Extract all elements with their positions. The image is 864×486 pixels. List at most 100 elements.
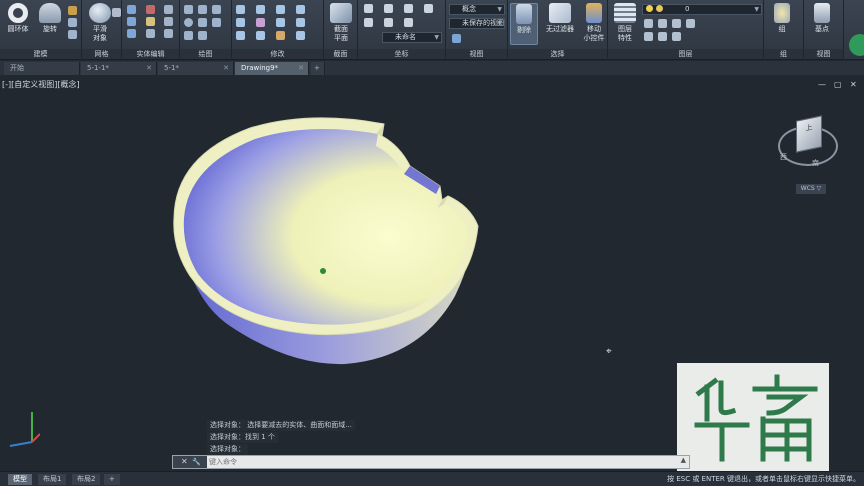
polygon-icon[interactable] xyxy=(184,31,193,40)
smooth-object-button[interactable]: 平滑 对象 xyxy=(86,3,114,45)
layer-tool-icon-1[interactable] xyxy=(644,19,653,28)
no-filter-button[interactable]: 无过滤器 xyxy=(542,3,578,45)
viewcube-box[interactable]: 上 xyxy=(796,115,822,153)
command-history-line: 选择对象：找到 1 个 xyxy=(207,432,278,443)
ucs-axis-icon[interactable] xyxy=(4,408,40,448)
array-icon[interactable] xyxy=(256,31,265,40)
modeling-tool-icon-3[interactable] xyxy=(68,30,77,39)
spline-icon[interactable] xyxy=(198,31,207,40)
drawing-viewport[interactable]: [-][自定义视图][概念] — ▢ ✕ 上 西 南 WCS ▽ ⌖ xyxy=(0,76,864,471)
viewcube[interactable]: 上 西 南 xyxy=(778,112,840,174)
panel-label-modify[interactable]: 修改 xyxy=(232,49,323,59)
new-tab-button[interactable]: + xyxy=(311,62,325,75)
ucs-icon[interactable] xyxy=(364,4,373,13)
stretch-icon[interactable] xyxy=(276,5,285,14)
separate-icon[interactable] xyxy=(146,29,155,38)
tab-start[interactable]: 开始 xyxy=(4,62,80,75)
ucs-3point-icon[interactable] xyxy=(404,18,413,27)
polyline-icon[interactable] xyxy=(184,5,193,14)
layout-tab-layout1[interactable]: 布局1 xyxy=(38,474,67,485)
union-icon[interactable] xyxy=(127,5,136,14)
layer-tool-icon-4[interactable] xyxy=(686,19,695,28)
subtract-icon[interactable] xyxy=(127,17,136,26)
close-icon[interactable]: ✕ xyxy=(298,62,304,75)
fillet-icon[interactable] xyxy=(296,5,305,14)
move-icon[interactable] xyxy=(236,5,245,14)
torus-button[interactable]: 圆环体 xyxy=(4,3,32,45)
ucs-x-icon[interactable] xyxy=(424,4,433,13)
add-layout-button[interactable]: + xyxy=(104,474,120,485)
arc-icon[interactable] xyxy=(212,5,221,14)
panel-label-view[interactable]: 视图 xyxy=(446,49,507,59)
panel-coordinates: 未命名 ▼ 坐标 xyxy=(358,0,446,60)
rotate-icon[interactable] xyxy=(236,18,245,27)
online-circle-icon[interactable] xyxy=(849,34,864,56)
modeling-tool-icon-2[interactable] xyxy=(68,18,77,27)
base-point-button[interactable]: 基点 xyxy=(808,3,836,45)
ucs-world-icon[interactable] xyxy=(384,4,393,13)
saved-view-dropdown[interactable]: 未保存的视图 ▼ xyxy=(449,18,505,29)
slice-icon[interactable] xyxy=(164,29,173,38)
panel-label-layers[interactable]: 图层 xyxy=(608,49,763,59)
modeling-tool-icon-1[interactable] xyxy=(68,6,77,15)
offset-icon[interactable] xyxy=(296,31,305,40)
panel-label-mesh[interactable]: 网格 xyxy=(82,49,121,59)
section-plane-button[interactable]: 截面 平面 xyxy=(327,3,355,45)
ucs-view-icon[interactable] xyxy=(384,18,393,27)
customize-icon[interactable]: 🔧 xyxy=(192,456,201,468)
ucs-face-icon[interactable] xyxy=(364,18,373,27)
ucs-origin-icon[interactable] xyxy=(404,4,413,13)
mirror-icon[interactable] xyxy=(236,31,245,40)
layer-tool-icon-6[interactable] xyxy=(658,32,667,41)
layer-tool-icon-5[interactable] xyxy=(644,32,653,41)
layout-tab-layout2[interactable]: 布局2 xyxy=(72,474,101,485)
layer-tool-icon-7[interactable] xyxy=(672,32,681,41)
close-icon[interactable]: ✕ xyxy=(223,62,229,75)
circle-icon[interactable] xyxy=(184,18,193,27)
revolve-button[interactable]: 旋转 xyxy=(36,3,64,45)
panel-label-coordinates[interactable]: 坐标 xyxy=(358,49,445,59)
tab-drawing9[interactable]: Drawing9* ✕ xyxy=(235,62,309,75)
intersect-icon[interactable] xyxy=(127,29,136,38)
scale-icon[interactable] xyxy=(276,18,285,27)
extrude-faces-icon[interactable] xyxy=(146,17,155,26)
visual-style-dropdown[interactable]: 概念 ▼ xyxy=(449,4,505,15)
panel-label-view-base[interactable]: 视图 xyxy=(804,49,843,59)
panel-label-draw[interactable]: 绘图 xyxy=(180,49,231,59)
shell-icon[interactable] xyxy=(164,5,173,14)
panel-label-solid-edit[interactable]: 实体编辑 xyxy=(122,49,179,59)
tab-5-1[interactable]: 5-1* ✕ xyxy=(158,62,234,75)
ucs-name-dropdown[interactable]: 未命名 ▼ xyxy=(382,32,442,43)
viewport-config-icon[interactable] xyxy=(452,34,461,43)
chevron-up-icon[interactable]: ▲ xyxy=(681,456,686,464)
copy-icon[interactable] xyxy=(256,5,265,14)
rectangle-icon[interactable] xyxy=(198,18,207,27)
panel-label-selection[interactable]: 选择 xyxy=(508,49,607,59)
panel-label-modeling[interactable]: 建模 xyxy=(0,49,81,59)
trim-icon[interactable] xyxy=(256,18,265,27)
hatch-icon[interactable] xyxy=(212,18,221,27)
erase-icon[interactable] xyxy=(276,31,285,40)
tab-5-1-1[interactable]: 5-1-1* ✕ xyxy=(81,62,157,75)
wcs-menu[interactable]: WCS ▽ xyxy=(796,184,826,194)
layer-tool-icon-3[interactable] xyxy=(672,19,681,28)
close-icon[interactable]: ✕ xyxy=(146,62,152,75)
close-icon[interactable]: ✕ xyxy=(181,456,188,468)
cull-button[interactable]: 剔除 xyxy=(510,3,538,45)
move-gizmo-button[interactable]: 移动 小控件 xyxy=(580,3,608,45)
panel-label-groups[interactable]: 组 xyxy=(764,49,803,59)
line-icon[interactable] xyxy=(198,5,207,14)
fillet-edges-icon[interactable] xyxy=(164,17,173,26)
layout-tab-model[interactable]: 模型 xyxy=(8,474,32,485)
extract-edges-icon[interactable] xyxy=(146,5,155,14)
viewcube-west-label[interactable]: 西 xyxy=(780,152,787,162)
file-tab-bar: 开始 5-1-1* ✕ 5-1* ✕ Drawing9* ✕ + xyxy=(0,61,864,75)
group-button[interactable]: 组 xyxy=(768,3,796,45)
viewcube-south-label[interactable]: 南 xyxy=(812,158,819,168)
command-input[interactable] xyxy=(209,457,669,467)
panel-label-section[interactable]: 截面 xyxy=(324,49,357,59)
mesh-tool-icon[interactable] xyxy=(112,8,121,17)
layer-tool-icon-2[interactable] xyxy=(658,19,667,28)
layer-properties-button[interactable]: 图层 特性 xyxy=(611,3,639,45)
explode-icon[interactable] xyxy=(296,18,305,27)
